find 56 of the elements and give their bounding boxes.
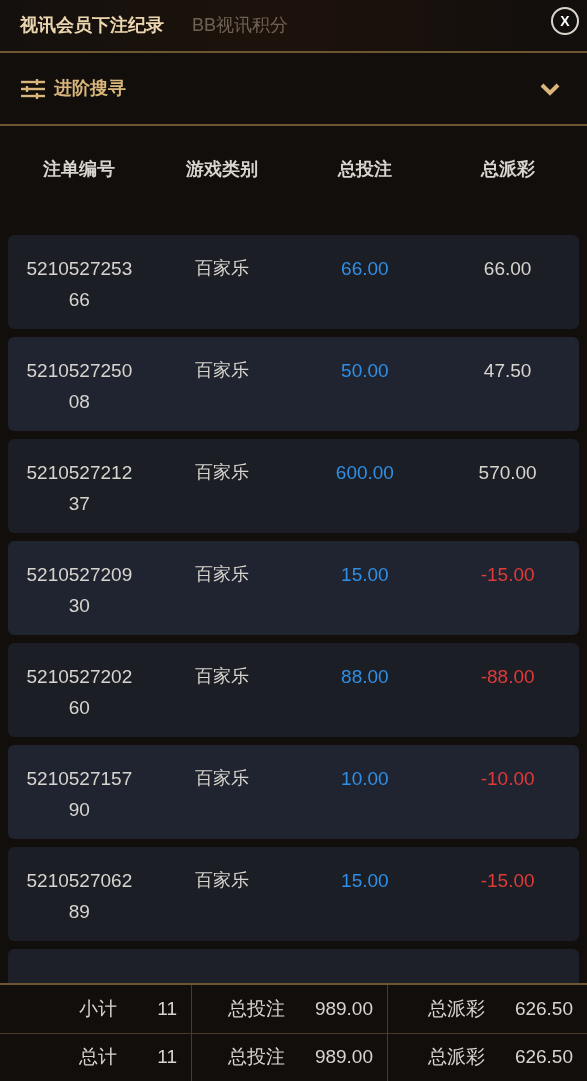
order-number: 521052715790 [25, 767, 134, 822]
sliders-icon [20, 77, 46, 100]
summary-value: 626.50 [514, 996, 573, 1021]
table-row[interactable]: 521052706289 百家乐 15.00 -15.00 [8, 847, 579, 941]
summary-label: 总派彩 [427, 1045, 485, 1070]
column-header: 注单编号 [43, 158, 116, 181]
table-cell-text: 600.00 [335, 461, 394, 485]
table-cell-text: -10.00 [480, 767, 535, 791]
order-number: 521052721237 [25, 461, 134, 516]
summary-value: 626.50 [514, 1045, 573, 1070]
table-cell-text: 百家乐 [195, 767, 250, 790]
summary-value: 989.00 [314, 996, 373, 1021]
summary-value: 989.00 [314, 1045, 373, 1070]
summary-value: 11 [157, 1045, 177, 1070]
table-cell-text: 百家乐 [195, 563, 250, 586]
order-number: 521052706289 [25, 869, 134, 924]
table-cell-text: 百家乐 [195, 461, 250, 484]
table-row[interactable]: 521052720930 百家乐 15.00 -15.00 [8, 541, 579, 635]
table-cell-text: 15.00 [341, 869, 389, 893]
table-row[interactable]: 521052715790 百家乐 10.00 -10.00 [8, 745, 579, 839]
table-cell-text: 50.00 [341, 359, 389, 383]
table-row[interactable]: 521052721237 百家乐 600.00 570.00 [8, 439, 579, 533]
table-row[interactable]: 521052720260 百家乐 88.00 -88.00 [8, 643, 579, 737]
chevron-down-icon[interactable] [539, 81, 561, 96]
order-number: 521052720930 [25, 563, 134, 618]
summary-label: 总派彩 [427, 996, 485, 1021]
table-cell-text: 570.00 [478, 461, 537, 485]
summary-label: 总投注 [227, 1045, 285, 1070]
table-cell-text: 10.00 [341, 767, 389, 791]
table-cell-text: 百家乐 [195, 359, 250, 382]
table-row[interactable]: 521052725008 百家乐 50.00 47.50 [8, 337, 579, 431]
table-cell-text: -88.00 [480, 665, 535, 689]
close-button[interactable]: X [551, 7, 579, 35]
summary-value: 11 [157, 996, 177, 1021]
column-header: 总派彩 [480, 158, 535, 181]
table-cell-text: 66.00 [483, 257, 532, 281]
table-cell-text: 百家乐 [195, 665, 250, 688]
column-header: 总投注 [337, 158, 392, 181]
table-row[interactable]: 521052725366 百家乐 66.00 66.00 [8, 235, 579, 329]
summary-label: 总投注 [227, 996, 285, 1021]
table-cell-text: 47.50 [483, 359, 532, 383]
table-cell-text: 66.00 [341, 257, 389, 281]
table-cell-text: 15.00 [341, 563, 389, 587]
advanced-search-button[interactable]: 进阶搜寻 [20, 75, 126, 102]
summary-label: 小计 [79, 996, 118, 1021]
table-cell-text: -15.00 [480, 869, 535, 893]
table-cell-text: 百家乐 [195, 257, 250, 280]
table-cell-text: 88.00 [341, 665, 389, 689]
table-cell-text: -15.00 [480, 563, 535, 587]
order-number: 521052725008 [25, 359, 134, 414]
table-cell-text: 百家乐 [195, 869, 250, 892]
order-number: 521052720260 [25, 665, 134, 720]
summary-label: 总计 [79, 1045, 118, 1070]
tab[interactable]: 视讯会员下注纪录 [20, 12, 164, 39]
order-number: 521052725366 [25, 257, 134, 312]
column-header: 游戏类别 [186, 158, 259, 181]
